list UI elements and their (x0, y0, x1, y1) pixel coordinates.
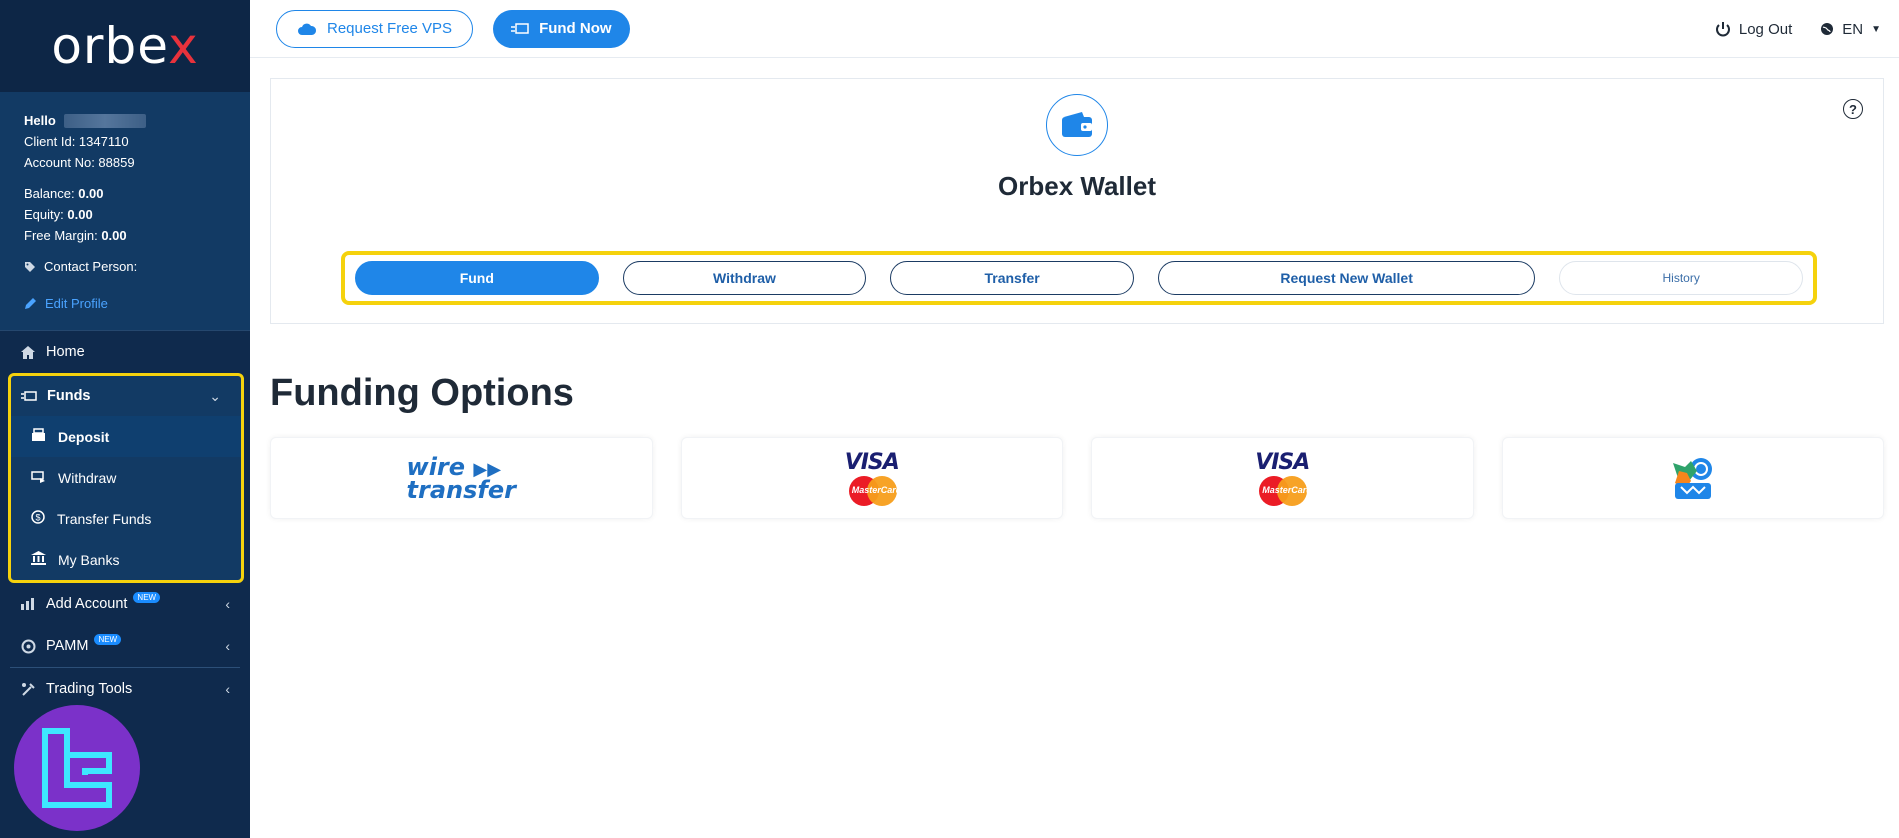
funding-option-card-2[interactable]: VISA MasterCard (1091, 437, 1474, 519)
orbex-logo: orbex (51, 17, 199, 75)
sidebar-subitem-withdraw[interactable]: Withdraw (11, 457, 241, 498)
help-icon[interactable]: ? (1843, 99, 1863, 119)
withdraw-icon (31, 470, 46, 486)
tab-request-new-wallet[interactable]: Request New Wallet (1157, 261, 1536, 295)
new-badge: NEW (94, 633, 122, 645)
chevron-down-icon: ⌄ (209, 387, 221, 404)
sidebar-item-add-account[interactable]: Add Account NEW ‹ (0, 583, 250, 625)
sidebar-item-pamm[interactable]: PAMM NEW ‹ (0, 625, 250, 667)
new-badge: NEW (133, 591, 161, 603)
funds-menu-group: Funds ⌄ Deposit Withdraw $ Transfer Fund… (8, 373, 244, 583)
log-out-button[interactable]: Log Out (1715, 21, 1792, 38)
sidebar-subitem-my-banks[interactable]: My Banks (11, 539, 241, 580)
funding-option-wire-transfer[interactable]: wire ▶▶ transfer (270, 437, 653, 519)
sidebar: orbex Hello Client Id: 1347110 Account N… (0, 0, 250, 838)
fund-now-button[interactable]: Fund Now (493, 9, 630, 48)
tag-icon (25, 261, 35, 272)
tab-withdraw[interactable]: Withdraw (622, 261, 867, 295)
client-id: Client Id: 1347110 (24, 134, 129, 149)
funding-option-card-1[interactable]: VISA MasterCard (680, 437, 1063, 519)
mastercard-logo: MasterCard (1257, 476, 1312, 506)
tab-history[interactable]: History (1559, 261, 1803, 295)
funding-options-title: Funding Options (270, 372, 574, 414)
visa-mastercard-logo: VISA MasterCard (1255, 450, 1312, 506)
chart-bars-icon (20, 596, 36, 612)
sidebar-item-home[interactable]: Home (0, 331, 250, 373)
globe-icon (1821, 23, 1834, 35)
pencil-icon (25, 298, 36, 309)
account-number: Account No: 88859 (24, 155, 135, 170)
sidebar-nav: Home Funds ⌄ Deposit Withdraw $ Transfer… (0, 330, 250, 710)
mastercard-logo: MasterCard (847, 476, 901, 506)
chevron-left-icon: ‹ (225, 681, 230, 697)
home-icon (20, 344, 36, 360)
top-right-controls: Log Out EN ▼ (1715, 0, 1881, 58)
balance: Balance: 0.00 (24, 186, 104, 201)
sidebar-item-trading-tools[interactable]: Trading Tools ‹ (0, 668, 250, 710)
funding-option-crypto[interactable] (1501, 437, 1884, 519)
wallet-icon (1046, 94, 1108, 156)
tab-fund[interactable]: Fund (355, 261, 599, 295)
pamm-icon (20, 638, 36, 654)
edit-profile-link[interactable]: Edit Profile (24, 293, 226, 320)
watermark-logo (14, 705, 140, 831)
funding-options-list: wire ▶▶ transfer VISA MasterCard VISA Ma… (270, 437, 1884, 519)
sidebar-subitem-transfer-funds[interactable]: $ Transfer Funds (11, 498, 241, 539)
caret-down-icon: ▼ (1871, 23, 1881, 35)
chevron-left-icon: ‹ (225, 596, 230, 612)
blurred-username (63, 113, 146, 128)
greeting: Hello (24, 110, 226, 131)
wallet-tabs: Fund Withdraw Transfer Request New Walle… (341, 251, 1817, 305)
language-selector[interactable]: EN ▼ (1820, 21, 1881, 38)
top-bar: Request Free VPS Fund Now Log Out EN ▼ (250, 0, 1899, 58)
sidebar-item-funds[interactable]: Funds ⌄ (11, 376, 241, 416)
svg-text:$: $ (35, 513, 40, 523)
wallet-card: ? Orbex Wallet Fund Withdraw Transfer Re… (270, 78, 1884, 324)
funds-icon (511, 22, 529, 34)
funds-icon (21, 388, 37, 404)
logo[interactable]: orbex (0, 0, 250, 92)
request-vps-button[interactable]: Request Free VPS (276, 9, 474, 48)
visa-mastercard-logo: VISA MasterCard (845, 450, 901, 506)
contact-person: Contact Person: (24, 256, 226, 277)
free-margin: Free Margin: 0.00 (24, 228, 127, 243)
profile-panel: Hello Client Id: 1347110 Account No: 888… (0, 92, 250, 330)
chevron-left-icon: ‹ (225, 638, 230, 654)
power-icon (1715, 21, 1730, 36)
cloud-icon (298, 23, 317, 35)
crypto-wallet-icon (1672, 458, 1712, 499)
sidebar-subitem-deposit[interactable]: Deposit (11, 416, 241, 457)
wire-transfer-logo: wire ▶▶ transfer (406, 452, 516, 504)
tab-transfer[interactable]: Transfer (890, 261, 1134, 295)
bank-icon (31, 551, 46, 568)
equity: Equity: 0.00 (24, 207, 93, 222)
deposit-icon (31, 428, 46, 445)
dollar-circle-icon: $ (31, 510, 45, 527)
wallet-title: Orbex Wallet (998, 171, 1156, 201)
tools-icon (20, 681, 36, 697)
